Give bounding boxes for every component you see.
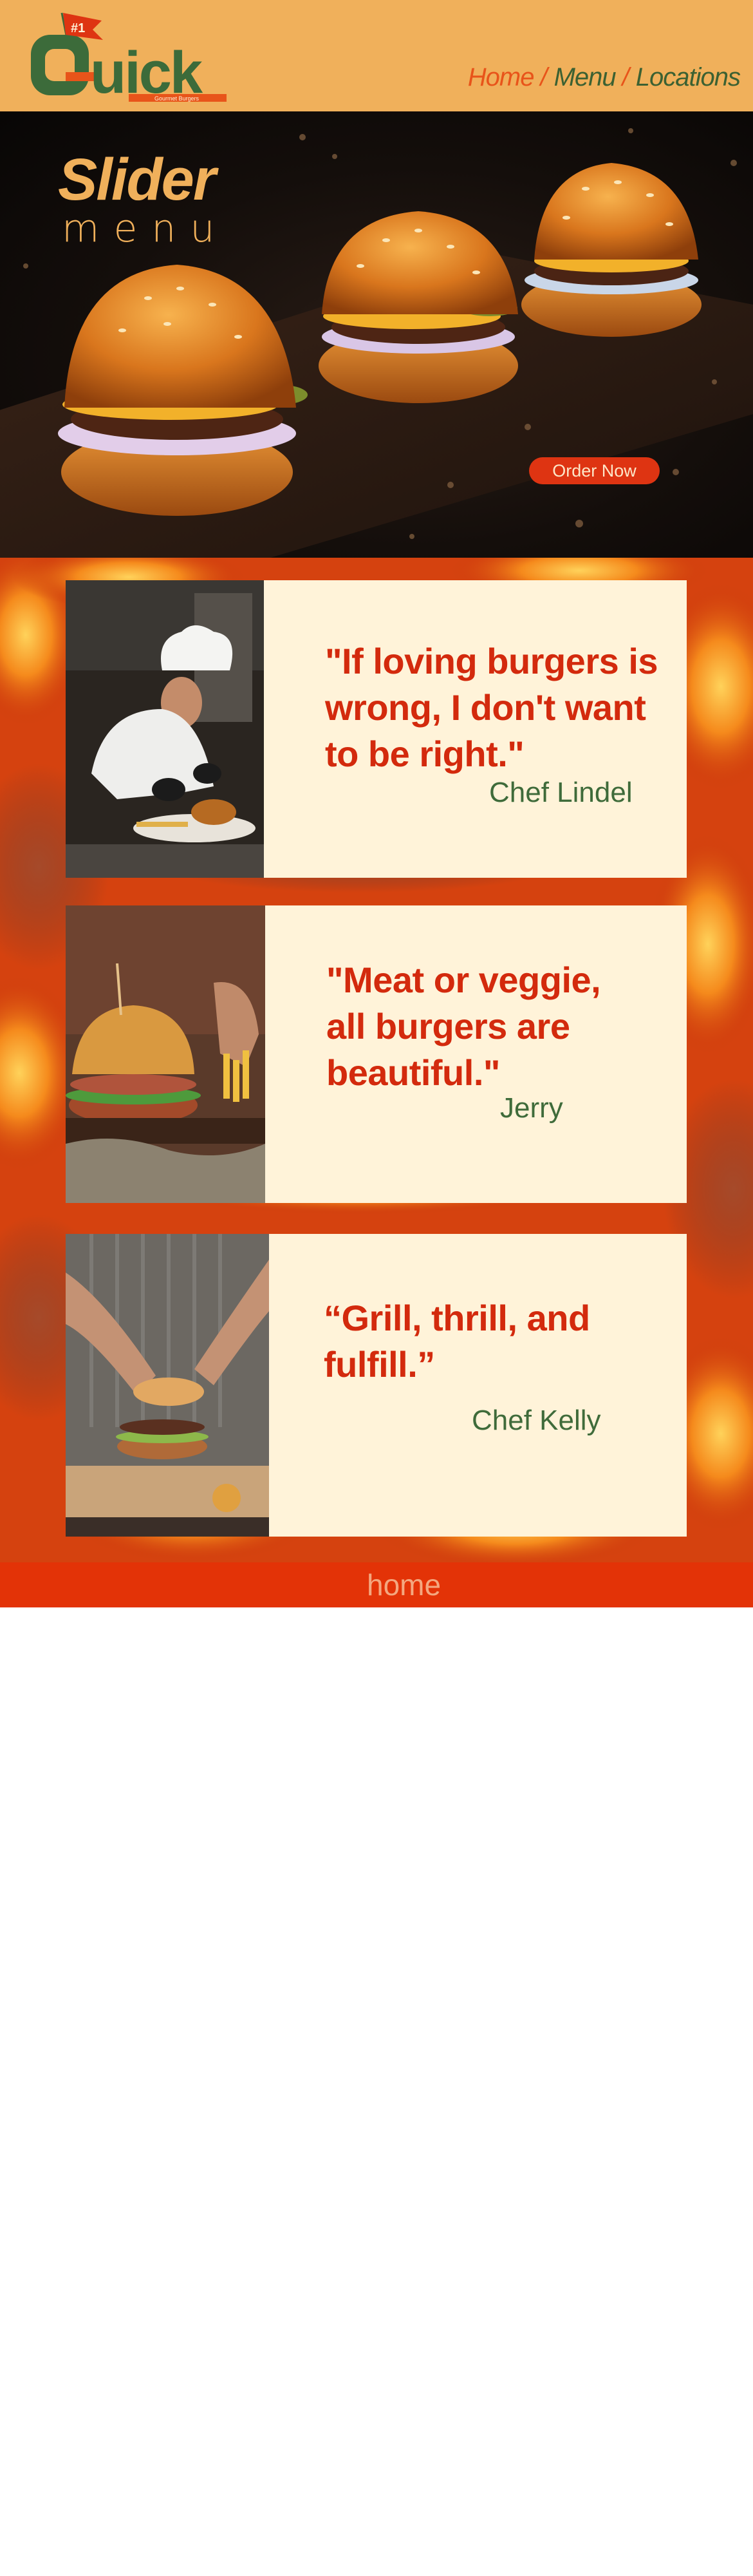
svg-text:#1: #1	[71, 21, 85, 35]
nav-home-link[interactable]: Home	[468, 63, 535, 92]
order-now-button[interactable]: Order Now	[529, 457, 660, 484]
testimonial-quote: "Meat or veggie, all burgers are beautif…	[326, 960, 601, 1093]
burger-middle	[319, 211, 518, 403]
testimonial-panel: “Grill, thrill, and fulfill.” Chef Kelly	[269, 1234, 687, 1537]
burger-assembly-photo	[66, 1234, 269, 1537]
logo-tagline: Gourmet Burgers	[154, 95, 200, 102]
slider-title-text: Slider	[58, 147, 216, 213]
nav-menu-link[interactable]: Menu	[554, 63, 617, 92]
testimonial-author: Jerry	[500, 1092, 563, 1124]
footer-bar: home	[0, 1562, 753, 1607]
nav-locations-link[interactable]: Locations	[636, 63, 741, 92]
burger-right	[521, 163, 702, 337]
nav-separator: /	[622, 63, 629, 91]
chef-plating-photo	[66, 580, 264, 878]
footer-home-link[interactable]: home	[367, 1567, 441, 1602]
burger-cutting-photo	[66, 905, 265, 1203]
slider-menu-title: Slider menu	[58, 150, 228, 248]
nav-separator: /	[540, 63, 548, 91]
hero-banner: Slider menu Order Now	[0, 111, 753, 558]
logo-q-letter	[31, 35, 94, 95]
testimonial-quote: “Grill, thrill, and fulfill.”	[324, 1298, 590, 1385]
quick-logo[interactable]: uick Gourmet Burgers #1	[26, 9, 232, 106]
testimonial-panel: "If loving burgers is wrong, I don't wan…	[264, 580, 687, 878]
testimonials-section: "If loving burgers is wrong, I don't wan…	[0, 558, 753, 1562]
testimonial-author: Chef Lindel	[489, 777, 633, 808]
testimonial-author: Chef Kelly	[472, 1405, 601, 1436]
testimonial-quote: "If loving burgers is wrong, I don't wan…	[325, 641, 658, 774]
testimonial-card: “Grill, thrill, and fulfill.” Chef Kelly	[66, 1234, 687, 1537]
testimonial-card: "If loving burgers is wrong, I don't wan…	[66, 580, 687, 878]
main-nav: Home / Menu / Locations	[468, 63, 741, 92]
burger-left	[58, 265, 308, 516]
testimonial-card: "Meat or veggie, all burgers are beautif…	[66, 905, 687, 1203]
site-header: uick Gourmet Burgers #1 Home / Menu / Lo…	[0, 0, 753, 111]
testimonial-panel: "Meat or veggie, all burgers are beautif…	[265, 905, 687, 1203]
menu-subtitle-text: menu	[62, 206, 229, 251]
